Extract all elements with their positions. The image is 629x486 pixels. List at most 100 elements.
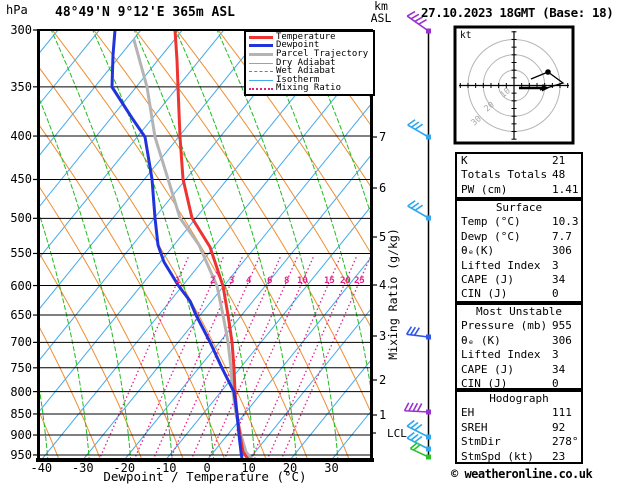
mixing-ratio-label: 20: [340, 276, 351, 286]
legend-item-label: Mixing Ratio: [276, 83, 342, 94]
pressure-tick-label: 900: [10, 428, 32, 443]
table-row: CIN (J) 0: [457, 287, 581, 301]
run-date-label: 27.10.2023 18GMT (Base: 18): [421, 5, 614, 20]
isotherm-line: [40, 30, 225, 258]
table-row: θₑ(K) 306: [457, 244, 581, 258]
mixing-ratio-label: 25: [354, 276, 365, 286]
mixing-ratio-label: 3: [229, 276, 234, 286]
table-row-label: Lifted Index: [461, 348, 541, 362]
pressure-tick-label: 450: [10, 172, 32, 187]
table-row-label: StmSpd (kt): [461, 449, 534, 463]
table-row-value: 111: [552, 406, 572, 420]
table-row: Temp (°C) 10.3: [457, 215, 581, 229]
hodograph-storm-dot: [545, 69, 551, 75]
table-row: EH 111: [457, 406, 581, 420]
dry-adiabat-line: [40, 125, 226, 460]
page-title: 48°49'N 9°12'E 365m ASL: [55, 5, 236, 20]
temperature-curve: [173, 30, 250, 460]
pressure-tick-label: 600: [10, 278, 32, 293]
table-row-label: Totals Totals: [461, 168, 548, 182]
mixing-ratio-label: 2: [210, 276, 215, 286]
mixing-ratio-label: 1: [175, 276, 180, 286]
mixing-ratio-label: 4: [246, 276, 252, 286]
table-row-value: 7.7: [552, 229, 572, 243]
wind-barb: [407, 119, 431, 140]
legend-sample-line: [249, 52, 273, 56]
legend-item: Mixing Ratio: [249, 83, 373, 94]
table-row-label: Lifted Index: [461, 258, 541, 272]
table-row-value: 3: [552, 348, 559, 362]
table-row: Dewp (°C) 7.7: [457, 230, 581, 244]
pressure-tick-label: 550: [10, 246, 32, 261]
table-row-label: θₑ(K): [461, 244, 495, 258]
table-row: PW (cm) 1.41: [457, 183, 581, 197]
legend-sample-line: [249, 79, 273, 81]
table-row-label: CAPE (J): [461, 362, 514, 376]
pressure-tick-label: 350: [10, 79, 32, 94]
table-row: SREH 92: [457, 421, 581, 435]
pressure-axis-unit-label: hPa: [6, 3, 28, 17]
mixing-ratio-label: 6: [267, 276, 272, 286]
pressure-tick-label: 650: [10, 308, 32, 323]
pressure-tick-label: 750: [10, 360, 32, 375]
table-row-label: θₑ (K): [461, 333, 501, 347]
wet-adiabat-line: [92, 30, 215, 460]
chart-legend: Temperature Dewpoint Parcel Trajectory Dry …: [244, 30, 375, 97]
table-row-value: 3: [552, 258, 559, 272]
altitude-tick-label: 1: [379, 408, 387, 422]
table-row: Lifted Index 3: [457, 259, 581, 273]
table-row-label: CIN (J): [461, 376, 508, 390]
pressure-tick-label: 500: [10, 211, 32, 226]
pressure-tick-label: 700: [10, 335, 32, 350]
pressure-tick-label: 400: [10, 129, 32, 144]
table-row: Totals Totals 48: [457, 168, 581, 182]
table-row-value: 306: [552, 244, 572, 258]
table-row-label: CAPE (J): [461, 272, 514, 286]
table-row-value: 48: [552, 168, 566, 182]
legend-sample-line: [249, 87, 273, 90]
altitude-tick-label: 6: [379, 181, 387, 195]
table-row-label: Pressure (mb): [461, 319, 548, 333]
mixing-ratio-label: 8: [284, 276, 289, 286]
table-header: Most Unstable: [475, 305, 563, 318]
wet-adiabat-line: [589, 28, 629, 462]
hodograph: 102030: [453, 25, 575, 145]
table-row: Lifted Index 3: [457, 348, 581, 362]
table-row: StmSpd (kt) 23: [457, 450, 581, 464]
skewt-sounding-page: hPa 48°49'N 9°12'E 365m ASL km ASL 27.10.…: [0, 0, 629, 486]
table-row-label: Temp (°C): [461, 215, 521, 229]
legend-sample-line: [249, 71, 273, 73]
table-row: StmDir 278°: [457, 435, 581, 449]
table-row: Pressure (mb) 955: [457, 319, 581, 333]
table-row-value: 278°: [552, 435, 579, 449]
wind-barb: [406, 419, 431, 440]
dry-adiabat-line: [590, 28, 629, 462]
legend-sample-line: [249, 44, 273, 48]
pressure-tick-label: 800: [10, 384, 32, 399]
table-row-label: SREH: [461, 420, 488, 434]
mixing-ratio-label: 10: [297, 276, 308, 286]
pressure-tick-label: 850: [10, 406, 32, 421]
mixing-ratio-axis-label: Mixing Ratio (g/kg): [386, 228, 400, 360]
table-row-value: 21: [552, 154, 566, 167]
table-row: θₑ (K) 306: [457, 334, 581, 348]
legend-sample-line: [249, 35, 273, 39]
table-row-label: EH: [461, 406, 475, 420]
pressure-tick-label: 950: [10, 447, 32, 462]
hodograph-unit-label: kt: [460, 30, 472, 41]
table-row-value: 34: [552, 362, 566, 376]
table-row-value: 10.3: [552, 215, 579, 229]
most-unstable-table: Most Unstable Pressure (mb) 955 θₑ (K) 306 Li…: [455, 303, 583, 390]
table-row: CAPE (J) 34: [457, 273, 581, 287]
copyright-label: © weatheronline.co.uk: [451, 467, 593, 481]
temperature-axis-title: Dewpoint / Temperature (°C): [103, 469, 307, 484]
table-row-value: 1.41: [552, 182, 579, 196]
table-row: K 21: [457, 154, 581, 168]
table-row-value: 92: [552, 420, 566, 434]
table-row-label: CIN (J): [461, 287, 508, 301]
wind-barb: [405, 326, 431, 340]
table-row-value: 0: [552, 287, 559, 301]
table-row-label: Dewp (°C): [461, 229, 521, 243]
altitude-unit-asl: ASL: [370, 10, 392, 25]
pressure-tick-label: 300: [10, 23, 32, 37]
